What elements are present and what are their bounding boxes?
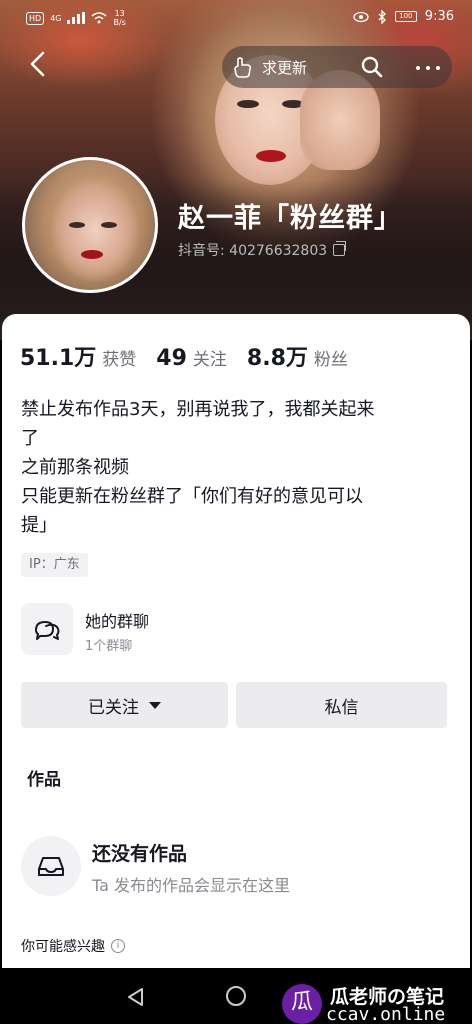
- works-section-title[interactable]: 作品: [27, 765, 61, 790]
- following-button[interactable]: 已关注: [21, 682, 228, 728]
- empty-works-icon-wrap: [21, 836, 81, 896]
- cover-lips: [256, 150, 286, 162]
- douyin-id-text: 抖音号: 40276632803: [178, 243, 328, 259]
- eye-icon: [353, 11, 369, 22]
- inbox-tray-icon: [38, 857, 64, 876]
- net-speed-value: 13: [114, 9, 125, 18]
- douyin-id[interactable]: 抖音号: 40276632803: [178, 240, 347, 260]
- bio-line: 之前那条视频: [21, 457, 129, 478]
- chevron-left-icon: [30, 51, 45, 77]
- more-options-button[interactable]: [416, 66, 440, 72]
- avatar[interactable]: [22, 157, 158, 293]
- following-label[interactable]: 关注: [193, 345, 227, 370]
- hd-badge: HD: [26, 11, 45, 25]
- watermark-url: ccav.online: [326, 1004, 446, 1024]
- chat-bubble-icon: [35, 621, 60, 640]
- signal-icon: [67, 12, 86, 24]
- group-chat-title[interactable]: 她的群聊: [85, 608, 149, 632]
- info-icon[interactable]: i: [111, 939, 125, 953]
- profile-bio: 禁止发布作品3天，别再说我了，我都关起来 了 之前那条视频 只能更新在粉丝群了「…: [21, 395, 451, 540]
- message-button-label: 私信: [324, 697, 359, 718]
- search-button[interactable]: [360, 55, 384, 79]
- bio-line: 提」: [21, 515, 57, 536]
- likes-count: 51.1万: [20, 346, 97, 371]
- dropdown-triangle-icon: [149, 701, 161, 709]
- request-update-label: 求更新: [262, 58, 308, 77]
- nav-home-icon[interactable]: [226, 986, 246, 1006]
- more-dot-icon: [436, 66, 440, 70]
- battery-icon: 100: [394, 11, 417, 22]
- search-icon: [361, 56, 383, 78]
- empty-works-subtitle: Ta 发布的作品会显示在这里: [92, 876, 291, 895]
- net-speed-unit: B/s: [113, 18, 126, 27]
- back-button[interactable]: [28, 50, 56, 82]
- pointing-hand-icon: [234, 57, 252, 78]
- watermark-logo: 瓜: [282, 984, 322, 1024]
- message-button[interactable]: 私信: [236, 682, 447, 728]
- followers-label[interactable]: 粉丝: [314, 345, 348, 370]
- nav-back-icon[interactable]: [125, 986, 147, 1008]
- copy-icon[interactable]: [333, 241, 347, 256]
- bio-line: 禁止发布作品3天，别再说我了，我都关起来: [21, 399, 375, 420]
- avatar-eye-right: [101, 222, 117, 228]
- avatar-lips: [81, 250, 103, 259]
- profile-stats: 51.1万 获赞 49 关注 8.8万 粉丝: [20, 340, 368, 372]
- bluetooth-icon: [378, 9, 386, 24]
- profile-name: 赵一菲「粉丝群」: [178, 203, 402, 234]
- wifi-icon: [91, 12, 107, 24]
- clock: 9:36: [424, 9, 454, 24]
- following-count[interactable]: 49: [156, 346, 187, 371]
- signal-label: 4G: [50, 13, 62, 23]
- ip-location-tag: IP：广东: [21, 553, 88, 577]
- more-dot-icon: [416, 66, 420, 70]
- following-button-label: 已关注: [88, 697, 139, 718]
- group-chat-count: 1个群聊: [85, 639, 133, 654]
- likes-label: 获赞: [102, 350, 137, 370]
- you-may-like-section: 你可能感兴趣 i: [21, 936, 125, 956]
- bio-line: 只能更新在粉丝群了「你们有好的意见可以: [21, 486, 363, 507]
- bio-line: 了: [21, 428, 39, 449]
- you-may-like-label: 你可能感兴趣: [21, 939, 105, 955]
- empty-works-title: 还没有作品: [92, 843, 188, 865]
- net-speed: 13 B/s: [113, 9, 125, 27]
- more-dot-icon: [426, 66, 430, 70]
- followers-count[interactable]: 8.8万: [247, 340, 308, 372]
- cover-eye-left: [237, 100, 259, 108]
- avatar-eye-left: [69, 222, 85, 228]
- status-bar: HD 4G 13 B/s 100 9:36: [0, 0, 472, 34]
- request-update-button[interactable]: 求更新: [232, 55, 307, 79]
- group-chat-button[interactable]: [21, 603, 73, 655]
